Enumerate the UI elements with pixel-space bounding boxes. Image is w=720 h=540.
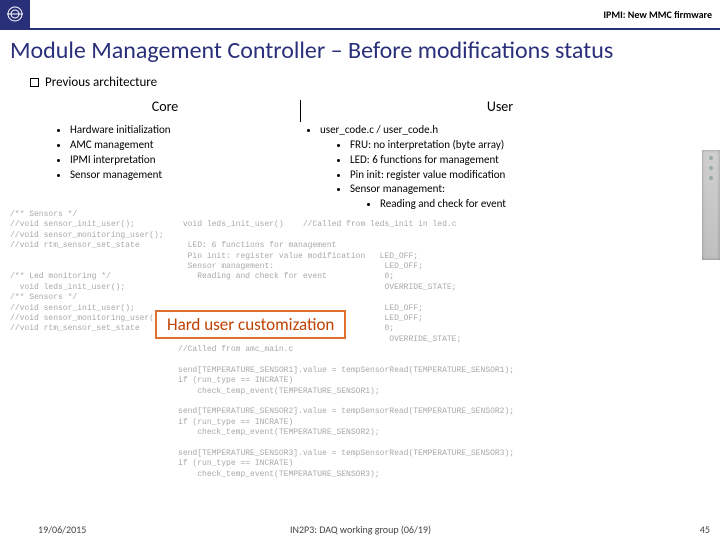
core-item: IPMI interpretation — [70, 153, 300, 168]
user-sub-item: LED: 6 functions for management — [350, 153, 700, 168]
cern-logo — [0, 0, 30, 28]
user-column: User user_code.c / user_code.h FRU: no i… — [300, 98, 700, 212]
bullet-square-icon — [30, 78, 39, 87]
slide-footer: 19/06/2015 IN2P3: DAQ working group (06/… — [0, 523, 720, 536]
user-sub-item: FRU: no interpretation (byte array) — [350, 138, 700, 153]
user-root-item: user_code.c / user_code.h FRU: no interp… — [320, 123, 700, 212]
column-divider — [300, 100, 301, 122]
section-heading: Previous architecture — [0, 73, 720, 94]
core-title: Core — [30, 98, 300, 115]
section-label: Previous architecture — [45, 75, 157, 90]
footer-page-number: 45 — [670, 523, 710, 536]
user-sub-item: Pin init: register value modification — [350, 168, 700, 183]
core-item: Hardware initialization — [70, 123, 300, 138]
user-sub-sub-item: Reading and check for event — [380, 197, 700, 212]
user-title: User — [300, 98, 700, 115]
footer-group: IN2P3: DAQ working group (06/19) — [270, 523, 670, 536]
core-column: Core Hardware initialization AMC managem… — [30, 98, 300, 212]
slide-title: Module Management Controller – Before mo… — [0, 30, 720, 73]
user-sub-item: Sensor management: Reading and check for… — [350, 182, 700, 212]
two-column-layout: Core Hardware initialization AMC managem… — [0, 94, 720, 212]
background-code: /** Sensors */ //void sensor_init_user()… — [10, 210, 710, 510]
core-item: AMC management — [70, 138, 300, 153]
core-item: Sensor management — [70, 168, 300, 183]
callout-box: Hard user customization — [155, 310, 346, 339]
footer-date: 19/06/2015 — [10, 523, 270, 536]
slide-header: IPMI: New MMC firmware — [0, 0, 720, 30]
header-text: IPMI: New MMC firmware — [603, 8, 712, 21]
